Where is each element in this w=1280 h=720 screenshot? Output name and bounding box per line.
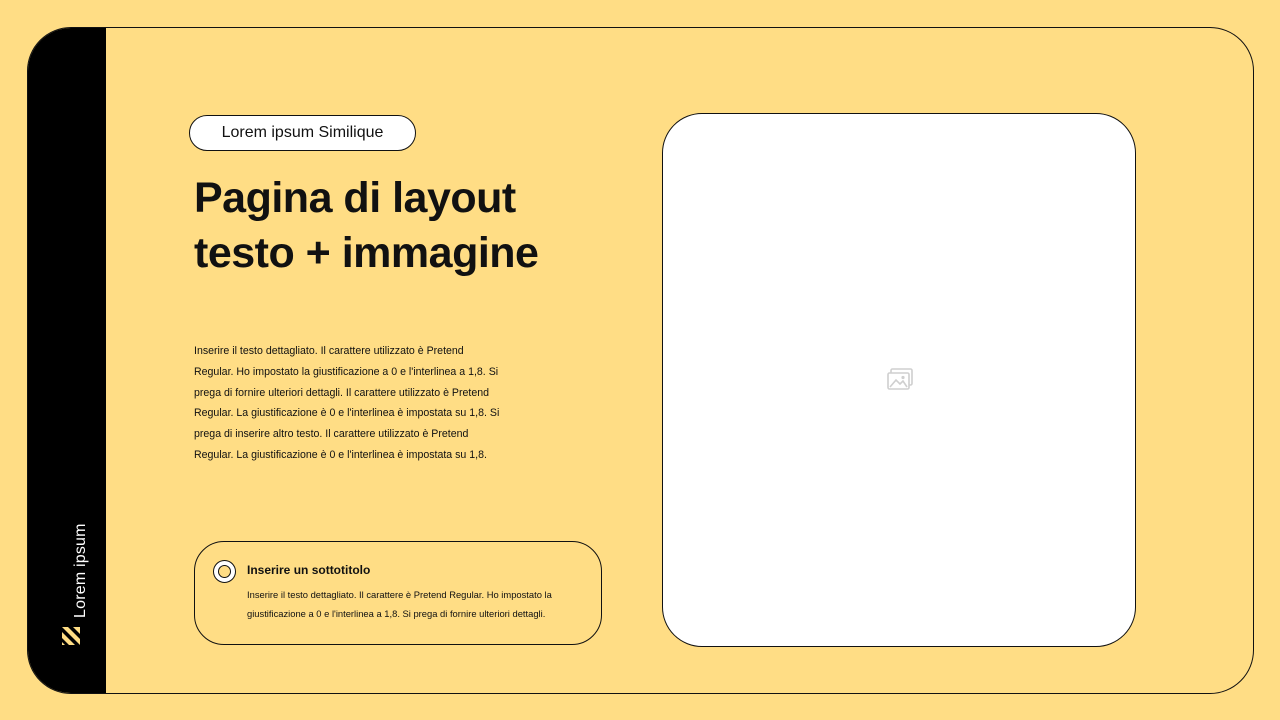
- subtitle-text: Inserire il testo dettagliato. Il caratt…: [247, 585, 587, 623]
- sidebar: Lorem ipsum: [28, 28, 106, 693]
- tag-label: Lorem ipsum Similique: [221, 124, 384, 141]
- image-placeholder-card[interactable]: [662, 113, 1136, 647]
- title-line-1: Pagina di layout: [194, 174, 516, 222]
- body-line: prega di fornire ulteriori dettagli. Il …: [194, 386, 490, 399]
- diagonal-stripes-logo-icon: [62, 627, 80, 645]
- body-line: Regular. La giustificazione è 0 e l'inte…: [194, 407, 500, 420]
- body-line: Inserire il testo dettagliato. Il caratt…: [194, 345, 464, 357]
- subtitle-card: Inserire un sottotitolo Inserire il test…: [194, 541, 602, 645]
- title-line-2: testo + immagine: [194, 229, 539, 277]
- body-line: Regular. La giustificazione è 0 e l'inte…: [194, 448, 487, 461]
- body-line: Regular. Ho impostato la giustificazione…: [194, 365, 499, 378]
- circle-bullet-icon: [213, 560, 236, 583]
- image-placeholder-icon: [887, 368, 913, 390]
- body-text: Inserire il testo dettagliato. Il caratt…: [194, 341, 539, 466]
- subtitle-line: giustificazione a 0 e l'interlinea a 1,8…: [247, 608, 546, 619]
- body-line: prega di inserire altro testo. Il caratt…: [194, 428, 469, 441]
- subtitle-line: Inserire il testo dettagliato. Il caratt…: [247, 589, 552, 600]
- subtitle-heading: Inserire un sottotitolo: [247, 563, 371, 577]
- tag-pill: Lorem ipsum Similique: [189, 115, 416, 151]
- sidebar-label: Lorem ipsum: [72, 523, 89, 618]
- page-title: Pagina di layout testo + immagine: [194, 171, 634, 281]
